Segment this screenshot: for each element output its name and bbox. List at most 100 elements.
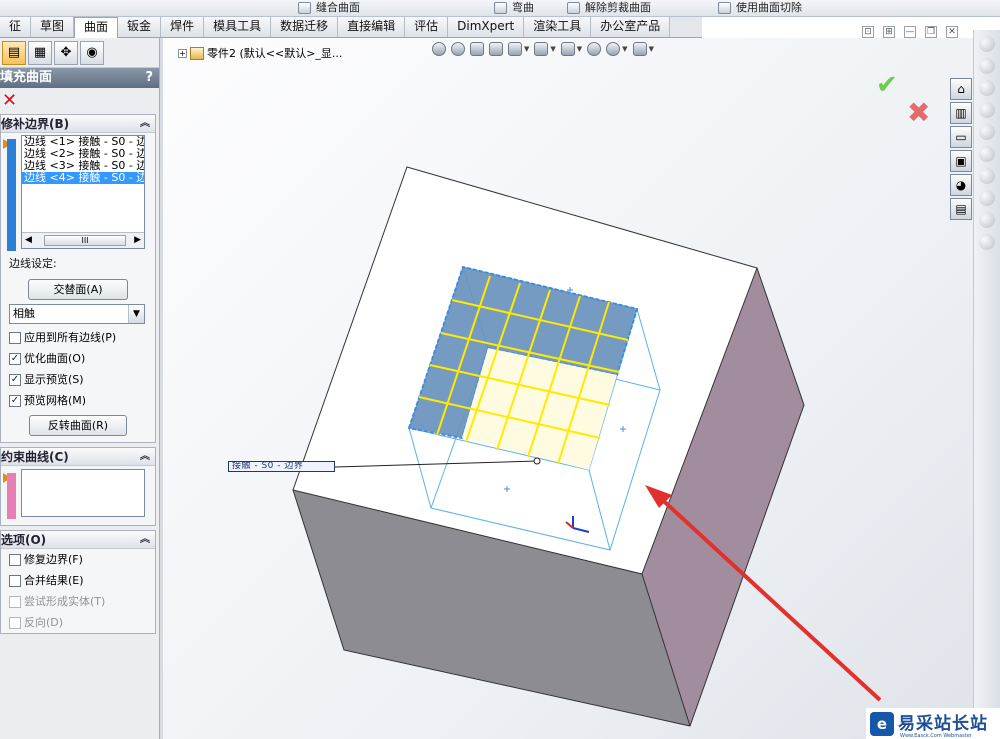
- minimize-icon[interactable]: —: [904, 26, 916, 38]
- tile-icon[interactable]: ⊡: [862, 26, 874, 38]
- scroll-left-icon[interactable]: ◀: [25, 235, 32, 245]
- tab-evaluate[interactable]: 评估: [405, 17, 449, 37]
- options-header[interactable]: 选项(O) ︽: [1, 531, 155, 549]
- list-item[interactable]: 边线 <3> 接触 - S0 - 边界: [22, 160, 144, 172]
- constraint-curves-header[interactable]: 约束曲线(C) ︽: [1, 448, 155, 466]
- reverse-surface-button[interactable]: 反转曲面(R): [29, 415, 127, 436]
- expand-icon[interactable]: +: [178, 48, 187, 58]
- toolbar-icon[interactable]: [979, 146, 995, 162]
- chevron-down-icon[interactable]: ▼: [550, 45, 555, 53]
- collapse-icon[interactable]: ︽: [140, 448, 150, 466]
- property-manager-icon[interactable]: ▦: [28, 40, 52, 65]
- reverse-direction-checkbox[interactable]: 反向(D): [1, 612, 155, 633]
- ribbon-untrim-surface[interactable]: 解除剪裁曲面: [565, 0, 651, 16]
- arrange-icon[interactable]: ⊞: [883, 26, 895, 38]
- horizontal-scrollbar[interactable]: ◀ III ▶: [22, 232, 144, 248]
- checkbox-box[interactable]: [9, 616, 21, 629]
- toolbar-icon[interactable]: [979, 102, 995, 118]
- apply-scene-icon[interactable]: [606, 42, 621, 56]
- file-explorer-icon[interactable]: ▭: [950, 126, 972, 148]
- tab-sheet-metal[interactable]: 钣金: [118, 17, 162, 37]
- feature-manager-icon[interactable]: ▤: [2, 40, 26, 65]
- apply-all-edges-checkbox[interactable]: 应用到所有边线(P): [1, 327, 155, 348]
- close-icon[interactable]: ✕: [946, 26, 958, 38]
- chevron-down-icon[interactable]: ▼: [128, 305, 144, 323]
- cancel-x-icon[interactable]: ✖: [907, 96, 930, 129]
- display-manager-icon[interactable]: ◉: [80, 40, 104, 65]
- toolbar-icon[interactable]: [979, 190, 995, 206]
- display-style-icon[interactable]: [534, 42, 549, 56]
- scroll-right-icon[interactable]: ▶: [134, 235, 141, 245]
- custom-properties-icon[interactable]: ▤: [950, 198, 972, 220]
- ribbon-flex[interactable]: 弯曲: [492, 0, 534, 16]
- chevron-down-icon[interactable]: ▼: [622, 45, 627, 53]
- constraint-curves-list[interactable]: [21, 469, 145, 517]
- preview-mesh-checkbox[interactable]: ✓ 预览网格(M): [1, 390, 155, 411]
- tab-surfaces[interactable]: 曲面: [74, 17, 119, 38]
- boundary-list[interactable]: 边线 <1> 接触 - S0 - 边界 边线 <2> 接触 - S0 - 边界 …: [21, 135, 145, 249]
- ribbon-surface-cut[interactable]: 使用曲面切除: [716, 0, 802, 16]
- tab-features[interactable]: 征: [0, 17, 32, 37]
- feature-tree-flyout[interactable]: + 零件2 (默认<<默认>_显...: [178, 45, 342, 61]
- home-icon[interactable]: ⌂: [950, 78, 972, 100]
- section-view-icon[interactable]: [489, 42, 503, 56]
- appearances-icon[interactable]: ◕: [950, 174, 972, 196]
- graphics-area[interactable]: [163, 38, 1000, 739]
- design-library-icon[interactable]: ▥: [950, 102, 972, 124]
- tab-data-migration[interactable]: 数据迁移: [271, 17, 339, 37]
- collapse-icon[interactable]: ︽: [140, 115, 150, 133]
- tab-mold-tools[interactable]: 模具工具: [204, 17, 272, 37]
- list-item[interactable]: 边线 <1> 接触 - S0 - 边界: [22, 136, 144, 148]
- patch-boundary-header[interactable]: 修补边界(B) ︽: [1, 115, 155, 133]
- list-item-selected[interactable]: 边线 <4> 接触 - S0 - 边界: [22, 172, 144, 184]
- checkbox-box[interactable]: [9, 574, 21, 587]
- toolbar-icon[interactable]: [979, 168, 995, 184]
- configuration-manager-icon[interactable]: ✥: [54, 40, 78, 65]
- fix-boundary-checkbox[interactable]: 修复边界(F): [1, 549, 155, 570]
- toolbar-icon[interactable]: [979, 124, 995, 140]
- tab-render-tools[interactable]: 渲染工具: [524, 17, 592, 37]
- checkbox-box[interactable]: [9, 553, 21, 566]
- toolbar-icon[interactable]: [979, 36, 995, 52]
- toolbar-icon[interactable]: [979, 80, 995, 96]
- chevron-down-icon[interactable]: ▼: [524, 45, 529, 53]
- view-orientation-icon[interactable]: [508, 42, 522, 56]
- ribbon-knit-surface[interactable]: 缝合曲面: [296, 0, 360, 16]
- contact-type-select[interactable]: 相触 ▼: [9, 304, 145, 324]
- zoom-to-area-icon[interactable]: [451, 42, 465, 56]
- previous-view-icon[interactable]: [470, 42, 484, 56]
- checkbox-box-checked[interactable]: ✓: [9, 373, 21, 386]
- help-icon[interactable]: ?: [145, 68, 153, 88]
- zoom-to-fit-icon[interactable]: [432, 42, 446, 56]
- chevron-down-icon[interactable]: ▼: [649, 45, 654, 53]
- toolbar-icon[interactable]: [979, 212, 995, 228]
- tab-direct-editing[interactable]: 直接编辑: [338, 17, 406, 37]
- alternate-face-button[interactable]: 交替面(A): [28, 279, 128, 300]
- cancel-icon[interactable]: ✕: [0, 88, 159, 114]
- model-view[interactable]: [163, 38, 1000, 739]
- checkbox-box[interactable]: [9, 331, 21, 344]
- restore-icon[interactable]: ❐: [925, 26, 937, 38]
- toolbar-icon[interactable]: [979, 234, 995, 250]
- list-item[interactable]: 边线 <2> 接触 - S0 - 边界: [22, 148, 144, 160]
- checkbox-box-checked[interactable]: ✓: [9, 352, 21, 365]
- scroll-thumb[interactable]: III: [44, 235, 126, 246]
- checkbox-box-checked[interactable]: ✓: [9, 394, 21, 407]
- collapse-icon[interactable]: ︽: [140, 531, 150, 549]
- view-settings-icon[interactable]: [632, 42, 647, 56]
- tab-sketch[interactable]: 草图: [31, 17, 75, 37]
- show-preview-checkbox[interactable]: ✓ 显示预览(S): [1, 369, 155, 390]
- edge-callout-tag[interactable]: 接触 - S0 - 边界: [228, 461, 335, 472]
- try-form-solid-checkbox[interactable]: 尝试形成实体(T): [1, 591, 155, 612]
- chevron-down-icon[interactable]: ▼: [577, 45, 582, 53]
- checkbox-box[interactable]: [9, 595, 21, 608]
- hide-show-items-icon[interactable]: [560, 42, 575, 56]
- ok-check-icon[interactable]: ✔: [876, 70, 898, 100]
- view-palette-icon[interactable]: ▣: [950, 150, 972, 172]
- edit-appearance-icon[interactable]: [587, 42, 602, 56]
- tab-dimxpert[interactable]: DimXpert: [448, 17, 525, 37]
- tab-office-products[interactable]: 办公室产品: [591, 17, 671, 37]
- optimize-surface-checkbox[interactable]: ✓ 优化曲面(O): [1, 348, 155, 369]
- toolbar-icon[interactable]: [979, 58, 995, 74]
- tab-weldments[interactable]: 焊件: [161, 17, 205, 37]
